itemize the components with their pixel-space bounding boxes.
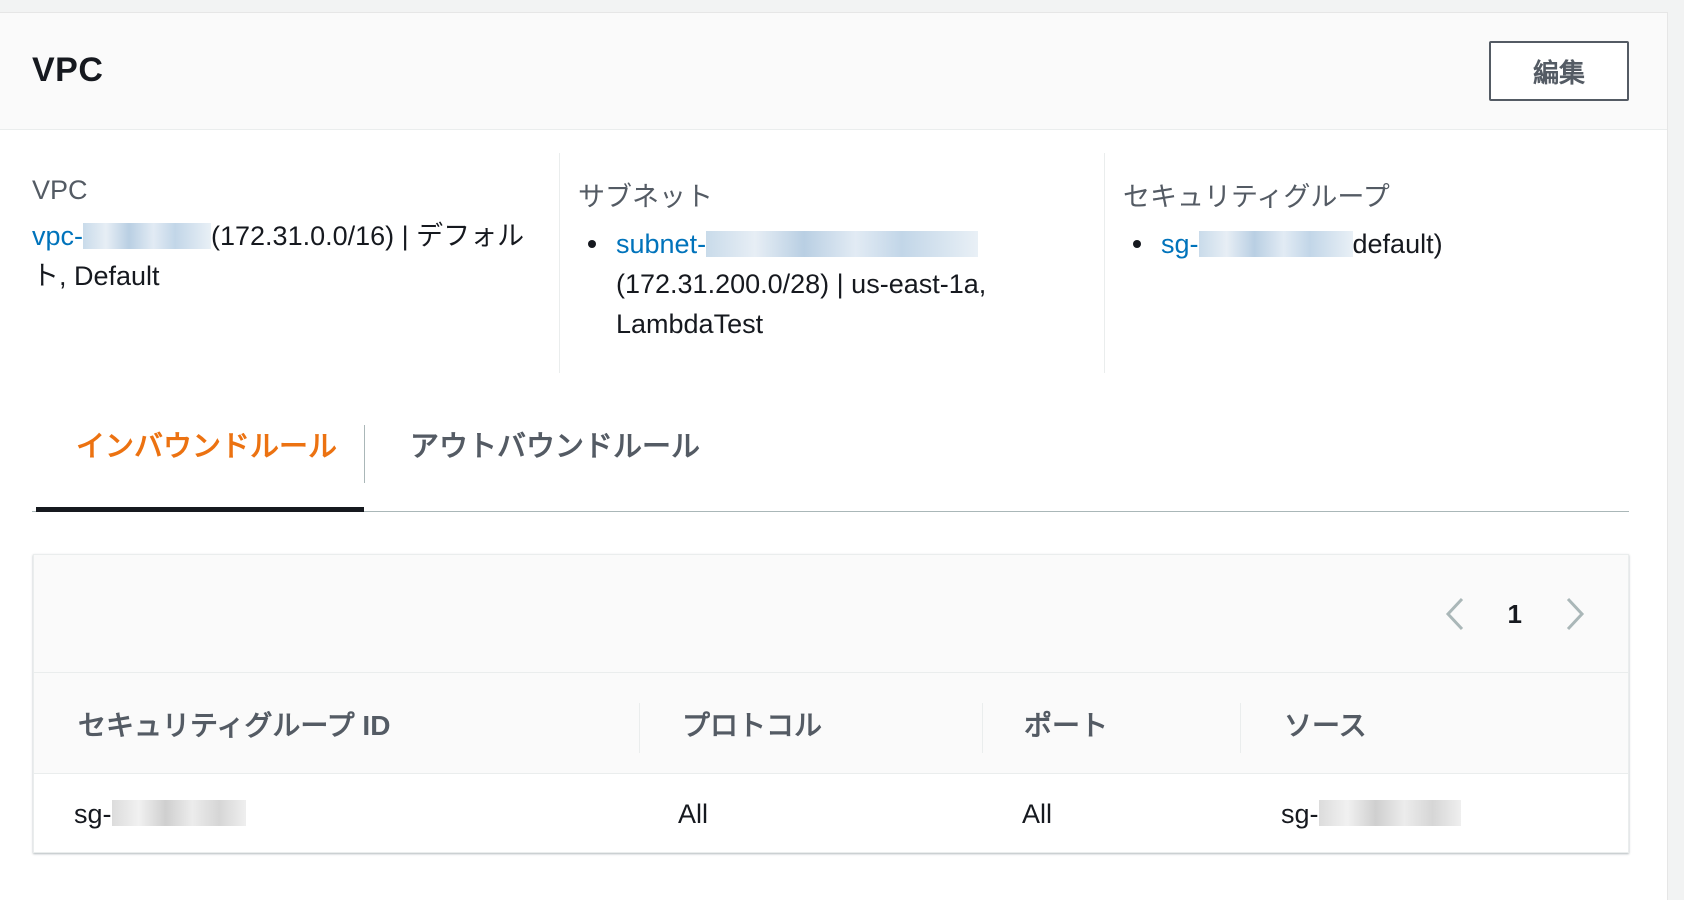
subnet-label: サブネット	[578, 182, 713, 212]
vpc-column: VPC vpc- (172.31.0.0/16) | デフォルト, Default	[32, 141, 552, 373]
table-toolbar: 1	[34, 555, 1628, 673]
column-header-security-group-id[interactable]: セキュリティグループ ID	[78, 673, 390, 774]
page: VPC 編集 VPC vpc- (172.31.0.0/16) | デフォルト, …	[0, 0, 1684, 900]
vpc-link-prefix: vpc-	[32, 221, 84, 251]
vpc-details: VPC vpc- (172.31.0.0/16) | デフォルト, Default…	[0, 141, 1667, 373]
panel-header: VPC 編集	[0, 13, 1667, 130]
tab-outbound-rules[interactable]: アウトバウンドルール	[410, 423, 700, 465]
panel-title: VPC	[32, 51, 104, 89]
subnet-column: サブネット subnet- (172.31.200.0/28) | us-eas…	[578, 141, 1098, 373]
column-header-port[interactable]: ポート	[1024, 673, 1108, 774]
cell-source: sg-	[1281, 775, 1461, 854]
chevron-left-icon[interactable]	[1440, 595, 1470, 633]
rules-tabs: インバウンドルール アウトバウンドルール	[32, 393, 1629, 513]
column-divider	[639, 703, 640, 753]
column-divider	[1104, 153, 1105, 373]
subnet-detail: (172.31.200.0/28) | us-east-1a, LambdaTe…	[616, 269, 987, 339]
subnet-list: subnet- (172.31.200.0/28) | us-east-1a, …	[578, 224, 1098, 344]
subnet-link-prefix: subnet-	[616, 229, 707, 259]
column-header-protocol[interactable]: プロトコル	[682, 673, 822, 774]
security-group-detail: default)	[1352, 229, 1443, 259]
page-number[interactable]: 1	[1508, 599, 1522, 630]
sg-id-redacted	[111, 799, 246, 826]
subnet-link[interactable]: subnet-	[616, 229, 979, 259]
security-group-list: sg-default)	[1123, 224, 1623, 264]
security-group-list-item: sg-default)	[1123, 224, 1623, 264]
vpc-id-redacted	[83, 222, 212, 249]
cell-port: All	[1022, 799, 1053, 829]
column-header-source[interactable]: ソース	[1284, 673, 1367, 774]
table-header: セキュリティグループ ID プロトコル ポート ソース	[34, 673, 1628, 774]
edit-button[interactable]: 編集	[1489, 41, 1629, 101]
sg-id-prefix: sg-	[74, 799, 112, 829]
security-groups-column: セキュリティグループ sg-default)	[1123, 141, 1623, 373]
table-row: sg- All All sg-	[34, 775, 1628, 854]
vpc-label: VPC	[32, 175, 88, 205]
source-prefix: sg-	[1281, 799, 1319, 829]
pagination: 1	[1440, 595, 1590, 633]
tab-inbound-rules[interactable]: インバウンドルール	[76, 423, 337, 465]
cell-security-group-id: sg-	[74, 775, 246, 854]
security-group-link[interactable]: sg-	[1161, 229, 1353, 259]
active-tab-indicator	[36, 507, 364, 512]
security-groups-label: セキュリティグループ	[1123, 182, 1390, 212]
subnet-list-item: subnet- (172.31.200.0/28) | us-east-1a, …	[578, 224, 1098, 344]
source-id-redacted	[1318, 799, 1461, 826]
column-divider	[982, 703, 983, 753]
inbound-rules-table: 1 セキュリティグループ ID プロトコル ポート ソース sg- All Al…	[33, 554, 1629, 853]
tab-divider	[364, 425, 365, 483]
vpc-value: vpc- (172.31.0.0/16) | デフォルト, Default	[32, 216, 552, 296]
column-divider	[559, 153, 560, 373]
column-divider	[1240, 703, 1241, 753]
chevron-right-icon[interactable]	[1560, 595, 1590, 633]
cell-protocol: All	[678, 799, 709, 829]
vpc-link[interactable]: vpc-	[32, 221, 212, 251]
vpc-panel: VPC 編集 VPC vpc- (172.31.0.0/16) | デフォルト, …	[0, 12, 1668, 900]
security-group-link-prefix: sg-	[1161, 229, 1199, 259]
security-group-id-redacted	[1198, 230, 1353, 257]
subnet-id-redacted	[706, 230, 979, 257]
